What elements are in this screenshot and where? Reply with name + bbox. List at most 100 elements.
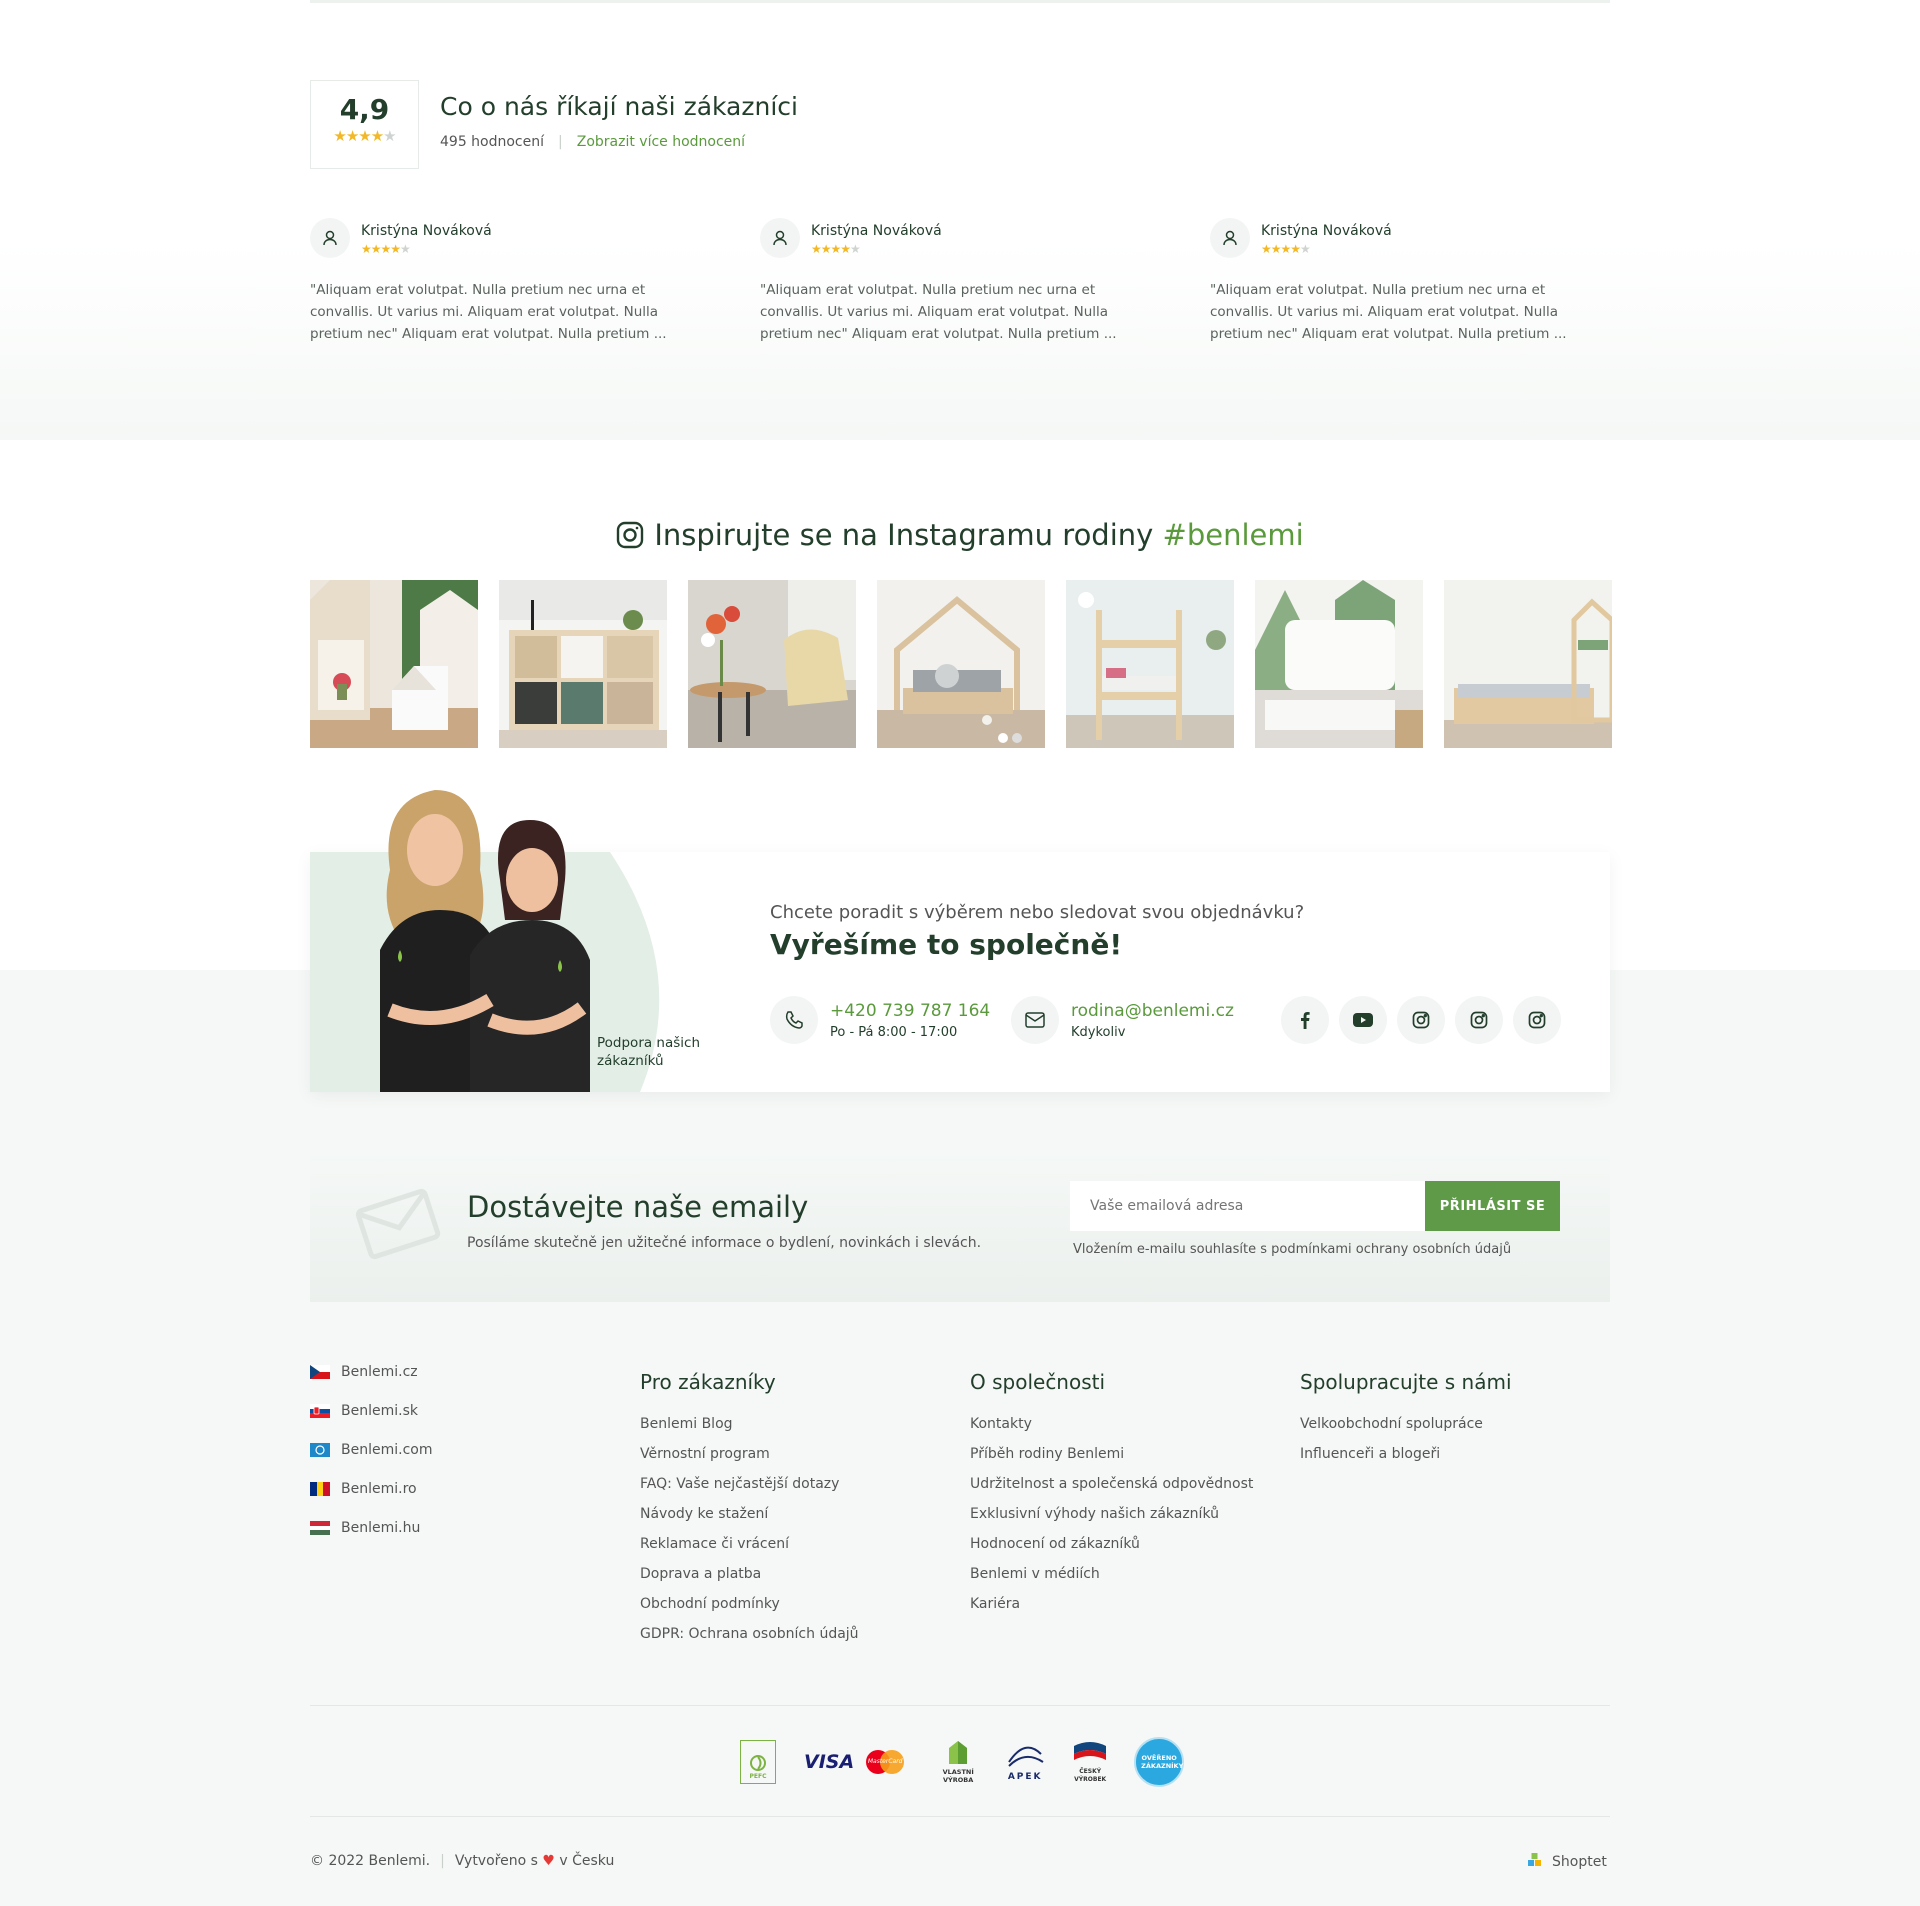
divider — [310, 1816, 1610, 1817]
footer-link[interactable]: Kariéra — [970, 1596, 1253, 1626]
footer-link[interactable]: Návody ke stažení — [640, 1506, 859, 1536]
review-stars: ★★★★★ — [811, 242, 861, 256]
footer-col-partners-title: Spolupracujte s námi — [1300, 1370, 1512, 1394]
site-label: Benlemi.hu — [341, 1520, 421, 1536]
reviewer-name: Kristýna Nováková — [811, 223, 942, 239]
support-team-photo — [360, 780, 620, 1092]
footer-link[interactable]: Benlemi v médiích — [970, 1566, 1253, 1596]
email-address[interactable]: rodina@benlemi.cz — [1071, 1001, 1234, 1021]
heureka-badge: OVĚŘENO ZÁKAZNÍKY — [1134, 1737, 1185, 1787]
footer-link[interactable]: Věrnostní program — [640, 1446, 859, 1476]
site-link-com[interactable]: Benlemi.com — [310, 1442, 432, 1458]
footer-link[interactable]: FAQ: Vaše nejčastější dotazy — [640, 1476, 859, 1506]
footer-link[interactable]: Obchodní podmínky — [640, 1596, 859, 1626]
instagram-hashtag: #benlemi — [1162, 518, 1304, 552]
phone-number[interactable]: +420 739 787 164 — [830, 1001, 990, 1021]
footer-link[interactable]: GDPR: Ochrana osobních údajů — [640, 1626, 859, 1656]
hungarian-flag-icon — [310, 1521, 330, 1535]
footer-link[interactable]: Hodnocení od zákazníků — [970, 1536, 1253, 1566]
globe-flag-icon — [310, 1443, 330, 1457]
copyright-line: © 2022 Benlemi. | Vytvořeno s ♥ v Česku — [310, 1853, 615, 1869]
shoptet-link[interactable]: Shoptet — [1528, 1853, 1607, 1871]
footer-col-company-title: O společnosti — [970, 1370, 1106, 1394]
apek-badge: APEK — [1004, 1742, 1046, 1782]
site-label: Benlemi.com — [341, 1442, 433, 1458]
review-text: "Aliquam erat volutpat. Nulla pretium ne… — [760, 282, 1117, 342]
site-label: Benlemi.sk — [341, 1403, 418, 1419]
mastercard-label: MasterCard — [867, 1758, 903, 1765]
pefc-label: PEFC — [749, 1773, 767, 1780]
made-with-prefix: Vytvořeno s — [454, 1853, 538, 1869]
instagram-icon[interactable] — [1513, 996, 1561, 1044]
footer-link[interactable]: Influenceři a blogeři — [1300, 1446, 1483, 1476]
footer-col-company: Kontakty Příběh rodiny Benlemi Udržiteln… — [970, 1416, 1253, 1626]
footer-col-customers: Benlemi Blog Věrnostní program FAQ: Vaše… — [640, 1416, 859, 1656]
footer-link[interactable]: Udržitelnost a společenská odpovědnost — [970, 1476, 1253, 1506]
user-icon — [760, 218, 800, 258]
slovak-flag-icon — [310, 1404, 330, 1418]
footer-link[interactable]: Reklamace či vrácení — [640, 1536, 859, 1566]
instagram-photo[interactable] — [1255, 580, 1423, 748]
footer-link[interactable]: Doprava a platba — [640, 1566, 859, 1596]
made-with-suffix: v Česku — [559, 1853, 615, 1869]
youtube-icon[interactable] — [1339, 996, 1387, 1044]
divider — [310, 0, 1610, 3]
instagram-photo[interactable] — [1066, 580, 1234, 748]
site-link-ro[interactable]: Benlemi.ro — [310, 1481, 417, 1497]
support-label-line1: Podpora našich — [597, 1035, 701, 1051]
phone-icon — [770, 996, 818, 1044]
pefc-badge: PEFC — [740, 1740, 776, 1784]
site-link-sk[interactable]: Benlemi.sk — [310, 1403, 418, 1419]
shoptet-icon — [1528, 1853, 1542, 1871]
rating-score-box: 4,9 ★★★★★ — [310, 80, 419, 169]
facebook-icon[interactable] — [1281, 996, 1329, 1044]
mail-icon — [1011, 996, 1059, 1044]
newsletter-consent-note: Vložením e-mailu souhlasíte s podmínkami… — [1073, 1242, 1512, 1257]
visa-logo: VISA — [804, 1751, 855, 1773]
shoptet-label: Shoptet — [1552, 1854, 1607, 1870]
phone-hours: Po - Pá 8:00 - 17:00 — [830, 1024, 958, 1040]
reviews-meta: 495 hodnocení | Zobrazit více hodnocení — [440, 134, 746, 150]
footer-link[interactable]: Benlemi Blog — [640, 1416, 859, 1446]
rating-stars: ★★★★★ — [333, 127, 396, 145]
copyright: © 2022 Benlemi. — [310, 1853, 431, 1869]
trust-badges: PEFC VISA MasterCard VLASTNÍ VÝROBA APEK… — [740, 1737, 1185, 1787]
subscribe-button[interactable]: PŘIHLÁSIT SE — [1425, 1181, 1560, 1231]
review-stars: ★★★★★ — [361, 242, 411, 256]
instagram-icon[interactable] — [1455, 996, 1503, 1044]
email-contact[interactable]: rodina@benlemi.cz Kdykoliv — [1011, 996, 1234, 1044]
user-icon — [1210, 218, 1250, 258]
newsletter-email-input[interactable] — [1070, 1181, 1425, 1231]
cesky-vyrobek-badge: ČESKÝ VÝROBEK — [1070, 1740, 1110, 1784]
footer-link[interactable]: Kontakty — [970, 1416, 1253, 1446]
support-headline: Vyřešíme to společně! — [770, 928, 1123, 961]
email-hours: Kdykoliv — [1071, 1024, 1126, 1040]
instagram-photo[interactable] — [1444, 580, 1612, 748]
review-card: Kristýna Nováková ★★★★★ "Aliquam erat vol… — [760, 216, 1125, 345]
site-link-hu[interactable]: Benlemi.hu — [310, 1520, 420, 1536]
footer-link[interactable]: Příběh rodiny Benlemi — [970, 1446, 1253, 1476]
reviewer-name: Kristýna Nováková — [1261, 223, 1392, 239]
support-label-line2: zákazníků — [597, 1053, 664, 1069]
review-card: Kristýna Nováková ★★★★★ "Aliquam erat vol… — [1210, 216, 1575, 345]
instagram-photo[interactable] — [310, 580, 478, 748]
support-label: Podpora našich zákazníků — [597, 1034, 700, 1070]
footer-link[interactable]: Velkoobchodní spolupráce — [1300, 1416, 1483, 1446]
site-link-cz[interactable]: Benlemi.cz — [310, 1364, 418, 1380]
instagram-icon — [616, 521, 644, 556]
instagram-photo[interactable] — [499, 580, 667, 748]
instagram-icon[interactable] — [1397, 996, 1445, 1044]
instagram-photo[interactable] — [688, 580, 856, 748]
mastercard-logo: MasterCard — [866, 1750, 905, 1774]
vlastni-vyroba-badge: VLASTNÍ VÝROBA — [938, 1740, 978, 1784]
instagram-title-text: Inspirujte se na Instagramu rodiny — [654, 518, 1163, 552]
heart-icon: ♥ — [542, 1853, 555, 1869]
footer-link[interactable]: Exklusivní výhody našich zákazníků — [970, 1506, 1253, 1536]
footer-col-customers-title: Pro zákazníky — [640, 1370, 776, 1394]
footer-col-partners: Velkoobchodní spolupráce Influenceři a b… — [1300, 1416, 1483, 1476]
divider — [310, 1705, 1610, 1706]
phone-contact[interactable]: +420 739 787 164 Po - Pá 8:00 - 17:00 — [770, 996, 990, 1044]
review-card: Kristýna Nováková ★★★★★ "Aliquam erat vol… — [310, 216, 675, 345]
instagram-photo[interactable] — [877, 580, 1045, 748]
more-reviews-link[interactable]: Zobrazit více hodnocení — [577, 134, 745, 150]
